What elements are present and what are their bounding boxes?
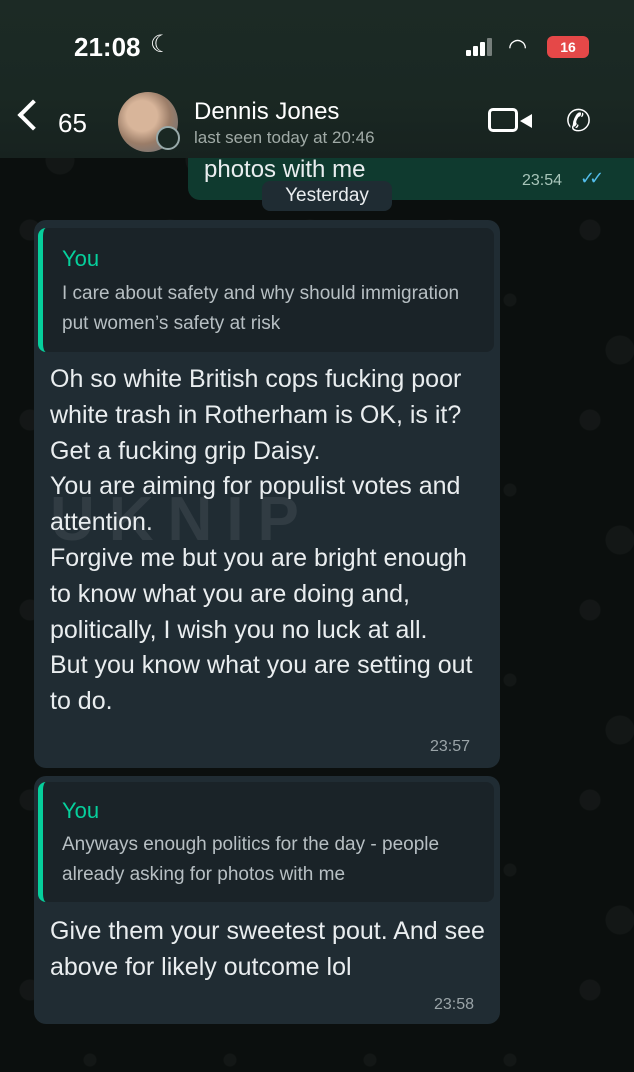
quoted-message-text: Anyways enough politics for the day - pe…: [62, 834, 440, 885]
outgoing-message-time: 23:54: [522, 172, 563, 189]
message-time: 23:58: [434, 996, 475, 1013]
quoted-message-text: I care about safety and why should immig…: [62, 283, 460, 334]
status-time: 21:08: [74, 32, 141, 62]
quoted-message-author: You: [62, 798, 100, 823]
outgoing-message-text: photos with me: [204, 156, 366, 183]
contact-name[interactable]: Dennis Jones: [194, 98, 339, 126]
focus-moon-icon: ☾: [150, 31, 172, 58]
back-chevron-icon[interactable]: [17, 99, 49, 131]
quoted-message-author: You: [62, 246, 100, 271]
chat-header: 21:08 ☾ ◠ 16 65 Dennis Jones last seen t…: [0, 0, 634, 158]
wifi-icon: ◠: [508, 34, 528, 59]
avatar-status-icon: [156, 126, 180, 150]
signal-icon: [466, 38, 492, 56]
battery-indicator: 16: [547, 36, 589, 58]
date-divider: Yesterday: [262, 181, 392, 211]
voice-call-icon[interactable]: ✆: [566, 104, 591, 139]
last-seen-status: last seen today at 20:46: [194, 128, 375, 147]
unread-count[interactable]: 65: [58, 108, 87, 139]
read-ticks-icon: ✓✓: [580, 168, 604, 188]
watermark-logo: UKNIP: [50, 485, 313, 554]
message-text: Give them your sweetest pout. And see ab…: [50, 917, 485, 981]
video-call-icon[interactable]: [488, 108, 532, 132]
message-time: 23:57: [430, 738, 471, 755]
